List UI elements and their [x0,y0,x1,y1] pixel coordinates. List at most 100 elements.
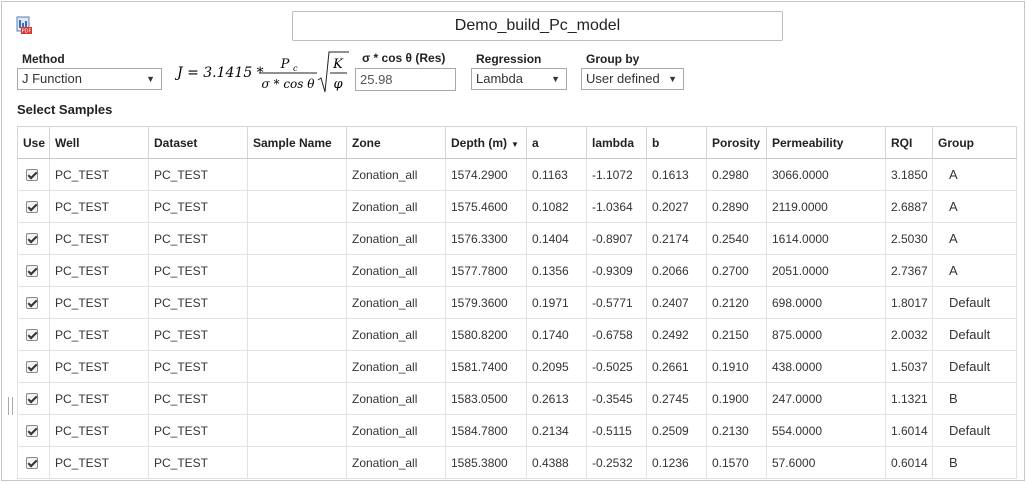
sigma-label: σ * cos θ (Res) [362,51,446,65]
cell-dataset: PC_TEST [148,158,248,191]
col-header-permeability[interactable]: Permeability [766,126,886,159]
cell-group[interactable]: B [932,382,1017,415]
pdf-chart-icon[interactable]: PDF [16,16,33,35]
cell-a: 0.1971 [526,286,587,319]
cell-porosity: 0.2980 [706,158,767,191]
col-header-b[interactable]: b [646,126,707,159]
table-row[interactable]: PC_TEST PC_TEST Zonation_all 1574.2900 0.116… [17,158,1017,191]
cell-depth: 1585.3800 [445,446,527,479]
col-header-group[interactable]: Group [932,126,1017,159]
cell-well: PC_TEST [49,222,149,255]
method-label: Method [22,52,65,66]
cell-permeability: 875.0000 [766,318,886,351]
cell-lambda: -0.5025 [586,350,647,383]
cell-depth: 1580.8200 [445,318,527,351]
use-cell [17,318,50,351]
sigma-input[interactable]: 25.98 [355,68,456,91]
cell-depth: 1584.7800 [445,414,527,447]
use-checkbox[interactable] [26,201,38,214]
regression-label: Regression [476,52,542,66]
col-header-sample-name[interactable]: Sample Name [247,126,347,159]
cell-a: 0.1163 [526,158,587,191]
table-row[interactable]: PC_TEST PC_TEST Zonation_all 1584.7800 0.213… [17,414,1017,447]
cell-b: 0.1236 [646,446,707,479]
cell-porosity: 0.2890 [706,190,767,223]
use-cell [17,350,50,383]
method-select[interactable]: J Function ▼ [17,68,162,90]
chevron-down-icon: ▼ [146,74,155,84]
cell-depth: 1583.0500 [445,382,527,415]
table-row[interactable]: PC_TEST PC_TEST Zonation_all 1583.0500 0.261… [17,382,1017,415]
cell-sample-name [247,158,347,191]
table-row[interactable]: PC_TEST PC_TEST Zonation_all 1579.3600 0.197… [17,286,1017,319]
cell-b: 0.2174 [646,222,707,255]
use-cell [17,254,50,287]
cell-group[interactable]: Default [932,414,1017,447]
table-row[interactable]: PC_TEST PC_TEST Zonation_all 1576.3300 0.140… [17,222,1017,255]
col-header-a[interactable]: a [526,126,587,159]
cell-rqi: 1.1321 [885,382,933,415]
samples-table: Use Well Dataset Sample Name Zone Depth … [17,126,1017,479]
table-row[interactable]: PC_TEST PC_TEST Zonation_all 1585.3800 0.438… [17,446,1017,479]
use-checkbox[interactable] [26,169,38,182]
cell-a: 0.2134 [526,414,587,447]
use-checkbox[interactable] [26,265,38,278]
cell-permeability: 3066.0000 [766,158,886,191]
cell-porosity: 0.2150 [706,318,767,351]
col-header-zone[interactable]: Zone [346,126,446,159]
cell-porosity: 0.2700 [706,254,767,287]
cell-b: 0.2027 [646,190,707,223]
cell-group[interactable]: Default [932,350,1017,383]
cell-permeability: 2051.0000 [766,254,886,287]
cell-lambda: -1.1072 [586,158,647,191]
regression-select[interactable]: Lambda ▼ [471,68,567,90]
cell-well: PC_TEST [49,350,149,383]
cell-group[interactable]: A [932,190,1017,223]
table-row[interactable]: PC_TEST PC_TEST Zonation_all 1575.4600 0.108… [17,190,1017,223]
use-checkbox[interactable] [26,233,38,246]
cell-group[interactable]: A [932,254,1017,287]
cell-lambda: -0.6758 [586,318,647,351]
col-header-rqi[interactable]: RQI [885,126,933,159]
cell-rqi: 1.5037 [885,350,933,383]
col-header-depth[interactable]: Depth (m) ▼ [445,126,527,159]
cell-b: 0.2661 [646,350,707,383]
use-checkbox[interactable] [26,425,38,438]
cell-sample-name [247,350,347,383]
cell-group[interactable]: A [932,222,1017,255]
cell-well: PC_TEST [49,446,149,479]
cell-permeability: 438.0000 [766,350,886,383]
use-checkbox[interactable] [26,393,38,406]
cell-group[interactable]: B [932,446,1017,479]
resize-handle[interactable] [8,397,13,415]
col-header-dataset[interactable]: Dataset [148,126,248,159]
cell-group[interactable]: Default [932,286,1017,319]
cell-well: PC_TEST [49,318,149,351]
cell-porosity: 0.1900 [706,382,767,415]
cell-group[interactable]: A [932,158,1017,191]
use-checkbox[interactable] [26,297,38,310]
use-cell [17,158,50,191]
cell-lambda: -0.5771 [586,286,647,319]
group-by-value: User defined [586,71,660,86]
col-header-well[interactable]: Well [49,126,149,159]
j-function-formula: J = 3.1415 * P c σ * cos θ K φ [175,51,349,93]
group-by-label: Group by [586,52,640,66]
group-by-select[interactable]: User defined ▼ [581,68,684,90]
table-row[interactable]: PC_TEST PC_TEST Zonation_all 1577.7800 0.135… [17,254,1017,287]
model-name-field[interactable]: Demo_build_Pc_model [292,11,783,41]
use-checkbox[interactable] [26,361,38,374]
chevron-down-icon: ▼ [551,74,560,84]
cell-group[interactable]: Default [932,318,1017,351]
table-row[interactable]: PC_TEST PC_TEST Zonation_all 1581.7400 0.209… [17,350,1017,383]
use-checkbox[interactable] [26,457,38,470]
cell-porosity: 0.1910 [706,350,767,383]
table-row[interactable]: PC_TEST PC_TEST Zonation_all 1580.8200 0.174… [17,318,1017,351]
col-header-lambda[interactable]: lambda [586,126,647,159]
cell-permeability: 1614.0000 [766,222,886,255]
cell-rqi: 2.5030 [885,222,933,255]
col-header-porosity[interactable]: Porosity [706,126,767,159]
col-header-use[interactable]: Use [17,126,50,159]
cell-permeability: 2119.0000 [766,190,886,223]
use-checkbox[interactable] [26,329,38,342]
